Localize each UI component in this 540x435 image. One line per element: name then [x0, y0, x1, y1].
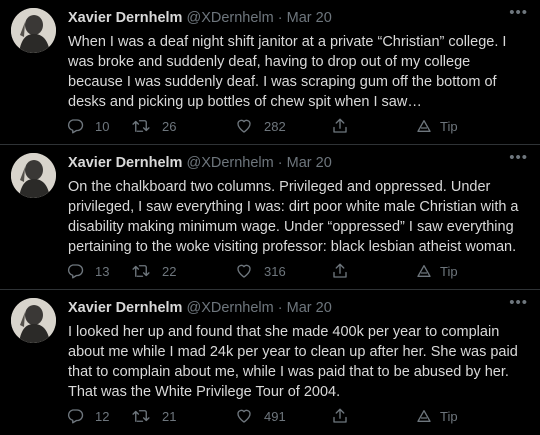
like-count: 491 [264, 408, 286, 424]
author-name[interactable]: Xavier Dernhelm [68, 300, 182, 316]
retweet-button[interactable]: 26 [131, 116, 176, 136]
tweet-actions: 12 21 491 Tip [66, 406, 466, 426]
tweet-text: I looked her up and found that she made … [68, 324, 518, 400]
share-icon [331, 117, 349, 135]
heart-icon [235, 407, 253, 425]
tweet-date[interactable]: Mar 20 [287, 10, 332, 26]
separator-dot: · [277, 10, 283, 26]
reply-button[interactable]: 12 [66, 406, 109, 426]
heart-icon [235, 117, 253, 135]
tip-icon [416, 118, 432, 134]
author-name[interactable]: Xavier Dernhelm [68, 155, 182, 171]
reply-count: 13 [95, 263, 110, 279]
like-button[interactable]: 282 [235, 116, 286, 136]
avatar[interactable] [11, 8, 56, 53]
tweet-text: When I was a deaf night shift janitor at… [68, 34, 507, 110]
author-handle[interactable]: @XDernhelm [186, 300, 273, 316]
tip-label: Tip [440, 408, 458, 424]
retweet-icon [131, 117, 151, 135]
reply-icon [66, 262, 84, 280]
separator-dot: · [277, 155, 283, 171]
tweet-actions: 13 22 316 Tip [66, 261, 466, 281]
tip-icon [416, 263, 432, 279]
avatar[interactable] [11, 153, 56, 198]
tweet-header: Xavier Dernhelm @XDernhelm · Mar 20 [68, 154, 500, 173]
retweet-button[interactable]: 21 [131, 406, 176, 426]
tip-button[interactable]: Tip [416, 261, 458, 281]
tip-button[interactable]: Tip [416, 116, 458, 136]
tweet[interactable]: Xavier Dernhelm @XDernhelm · Mar 20 ••• … [0, 290, 540, 435]
reply-icon [66, 407, 84, 425]
reply-count: 10 [95, 118, 110, 134]
tweet[interactable]: Xavier Dernhelm @XDernhelm · Mar 20 ••• … [0, 145, 540, 290]
tweet-header: Xavier Dernhelm @XDernhelm · Mar 20 [68, 9, 500, 28]
avatar[interactable] [11, 298, 56, 343]
retweet-icon [131, 262, 151, 280]
retweet-count: 22 [162, 263, 177, 279]
retweet-count: 26 [162, 118, 177, 134]
ellipsis-icon[interactable]: ••• [509, 5, 528, 20]
tweet-header: Xavier Dernhelm @XDernhelm · Mar 20 [68, 299, 500, 318]
like-count: 316 [264, 263, 286, 279]
reply-button[interactable]: 10 [66, 116, 109, 136]
author-name[interactable]: Xavier Dernhelm [68, 10, 182, 26]
tweet-timeline: Xavier Dernhelm @XDernhelm · Mar 20 ••• … [0, 0, 540, 435]
share-button[interactable] [331, 406, 349, 426]
tweet-date[interactable]: Mar 20 [287, 300, 332, 316]
tip-icon [416, 408, 432, 424]
tweet-actions: 10 26 282 Tip [66, 116, 466, 136]
ellipsis-icon[interactable]: ••• [509, 295, 528, 310]
reply-count: 12 [95, 408, 110, 424]
tip-button[interactable]: Tip [416, 406, 458, 426]
tweet-date[interactable]: Mar 20 [287, 155, 332, 171]
like-count: 282 [264, 118, 286, 134]
author-handle[interactable]: @XDernhelm [186, 10, 273, 26]
retweet-count: 21 [162, 408, 177, 424]
tweet-text: On the chalkboard two columns. Privilege… [68, 179, 519, 255]
like-button[interactable]: 316 [235, 261, 286, 281]
author-handle[interactable]: @XDernhelm [186, 155, 273, 171]
reply-icon [66, 117, 84, 135]
separator-dot: · [277, 300, 283, 316]
share-button[interactable] [331, 116, 349, 136]
tip-label: Tip [440, 118, 458, 134]
like-button[interactable]: 491 [235, 406, 286, 426]
retweet-button[interactable]: 22 [131, 261, 176, 281]
reply-button[interactable]: 13 [66, 261, 109, 281]
ellipsis-icon[interactable]: ••• [509, 150, 528, 165]
tip-label: Tip [440, 263, 458, 279]
share-icon [331, 407, 349, 425]
share-icon [331, 262, 349, 280]
tweet[interactable]: Xavier Dernhelm @XDernhelm · Mar 20 ••• … [0, 0, 540, 145]
share-button[interactable] [331, 261, 349, 281]
retweet-icon [131, 407, 151, 425]
heart-icon [235, 262, 253, 280]
